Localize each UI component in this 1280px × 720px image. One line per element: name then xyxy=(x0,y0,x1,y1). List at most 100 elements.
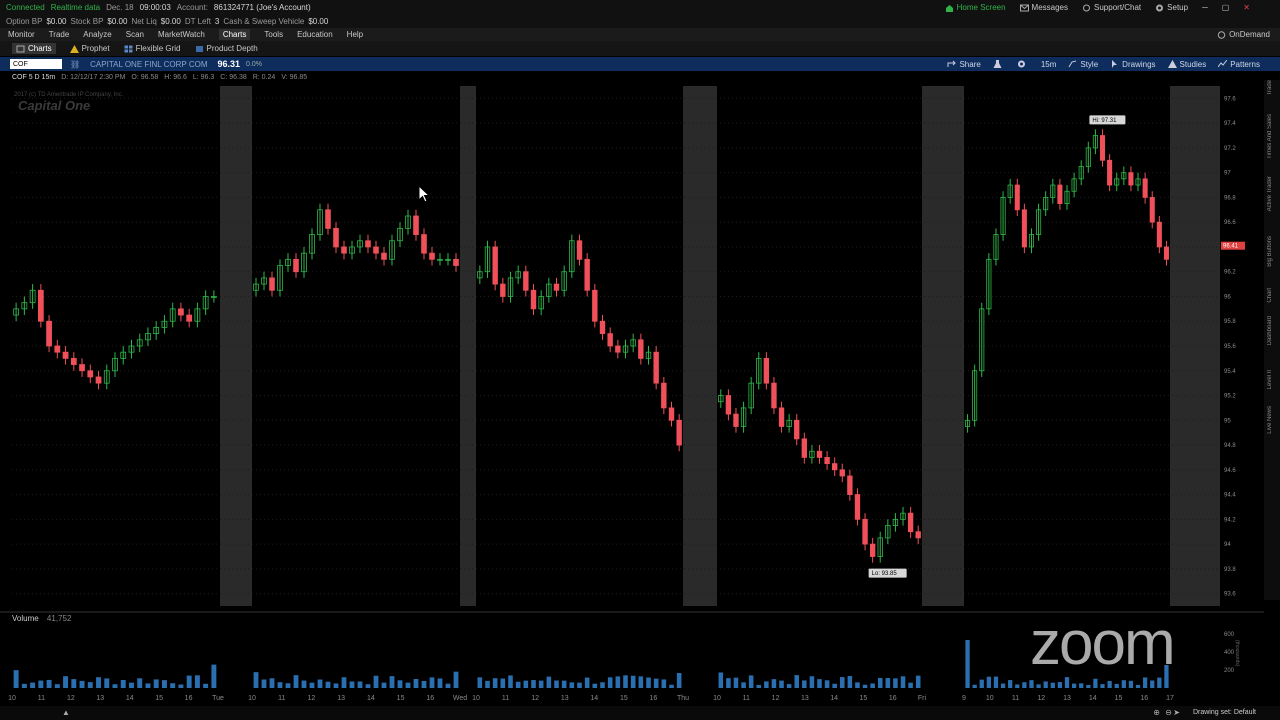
y-tick-label: 94 xyxy=(1224,542,1231,548)
mouse-cursor-icon xyxy=(418,185,431,203)
drawing-set-selector[interactable]: Drawing set: Default xyxy=(1193,709,1256,716)
candle-body xyxy=(421,234,427,254)
candle-body xyxy=(854,494,861,520)
tab-prophet[interactable]: Prophet xyxy=(69,44,110,53)
volume-bar xyxy=(592,683,598,688)
candle-body xyxy=(54,345,61,353)
volume-units-label: (thousands) xyxy=(1234,640,1240,667)
volume-bar xyxy=(538,680,544,688)
volume-bar xyxy=(96,677,101,688)
share-button[interactable]: Share xyxy=(947,60,981,69)
volume-bar xyxy=(638,676,644,688)
side-tab-chart[interactable]: Chart xyxy=(1267,288,1277,303)
volume-bar xyxy=(293,675,299,688)
volume-bar xyxy=(1093,678,1098,688)
menu-tools[interactable]: Tools xyxy=(264,30,283,39)
menu-charts[interactable]: Charts xyxy=(218,29,251,40)
volume-bar xyxy=(832,683,837,688)
volume-bar xyxy=(1114,683,1119,688)
candle-body xyxy=(1149,197,1155,223)
ondemand-button[interactable]: OnDemand xyxy=(1217,28,1270,41)
share-icon xyxy=(947,60,957,68)
volume-bar xyxy=(71,679,77,688)
menu-scan[interactable]: Scan xyxy=(126,30,144,39)
menu-marketwatch[interactable]: MarketWatch xyxy=(158,30,205,39)
y-tick-label: 95 xyxy=(1224,418,1231,424)
minimize-icon[interactable]: ─ xyxy=(1202,3,1208,12)
side-tab-dashboard[interactable]: Dashboard xyxy=(1267,316,1277,345)
style-button[interactable]: Style xyxy=(1068,60,1098,69)
side-tab-live-news[interactable]: Live News xyxy=(1267,406,1277,434)
menu-help[interactable]: Help xyxy=(347,30,363,39)
volume-bar xyxy=(445,683,451,688)
candle-body xyxy=(492,246,498,285)
chart-settings-button[interactable] xyxy=(1017,60,1029,68)
x-tick-label: 12 xyxy=(1037,695,1045,702)
flask-button[interactable] xyxy=(993,60,1005,68)
side-tab-times-sales[interactable]: Times And Sales xyxy=(1267,114,1277,159)
volume-bar xyxy=(46,679,52,688)
collapse-arrow-icon[interactable]: ▲ xyxy=(62,708,70,717)
side-tab-big-buttons[interactable]: Big Buttons xyxy=(1267,236,1277,267)
x-tick-label: 15 xyxy=(860,695,868,702)
tab-product-depth[interactable]: Product Depth xyxy=(195,44,258,53)
x-tick-label: 17 xyxy=(1166,695,1174,702)
volume-bar xyxy=(301,680,307,688)
account-selector[interactable]: 861324771 (Joe's Account) xyxy=(214,3,311,12)
zoom-in-icon[interactable]: ⊕ xyxy=(1153,708,1160,717)
stock-bp-label: Stock BP xyxy=(70,17,104,26)
side-tab-level-ii[interactable]: Level II xyxy=(1267,370,1277,389)
y-tick-label: 97.2 xyxy=(1224,146,1236,152)
candle-body xyxy=(453,258,459,266)
x-tick-label: 14 xyxy=(830,695,838,702)
realtime-status: Realtime data xyxy=(50,3,101,12)
x-tick-label: Wed xyxy=(453,695,467,702)
candle-body xyxy=(676,419,682,446)
home-screen-link[interactable]: Home Screen xyxy=(945,3,1006,12)
x-tick-label: 11 xyxy=(278,695,285,702)
volume-bar xyxy=(764,681,769,688)
studies-button[interactable]: Studies xyxy=(1167,60,1206,69)
volume-tick-label: 400 xyxy=(1224,650,1235,656)
tab-flexible-grid[interactable]: Flexible Grid xyxy=(124,44,181,53)
home-icon xyxy=(945,4,954,12)
close-icon[interactable]: ✕ xyxy=(1243,3,1250,12)
setup-link[interactable]: Setup xyxy=(1155,3,1188,12)
chart-description: COF 5 D 15m xyxy=(12,74,56,81)
x-tick-label: 14 xyxy=(367,695,375,702)
x-tick-label: 14 xyxy=(1089,695,1097,702)
stock-bp-value: $0.00 xyxy=(107,17,128,26)
symbol-bar: ⛓ CAPITAL ONE FINL CORP COM 96.31 0.0% S… xyxy=(0,57,1280,71)
menu-analyze[interactable]: Analyze xyxy=(83,30,111,39)
volume-bar xyxy=(802,680,807,688)
volume-bar xyxy=(569,682,575,688)
low-label: Lo: 93.85 xyxy=(872,571,898,577)
volume-bar xyxy=(531,680,536,688)
capital-one-logo: Capital One xyxy=(18,98,90,113)
timeframe-button[interactable]: 15m xyxy=(1041,60,1057,69)
link-icon[interactable]: ⛓ xyxy=(70,60,80,69)
x-tick-label: 11 xyxy=(1012,695,1019,702)
messages-link[interactable]: Messages xyxy=(1019,3,1068,12)
side-tab-active-trader[interactable]: Active Trader xyxy=(1267,176,1277,211)
menu-trade[interactable]: Trade xyxy=(49,30,70,39)
tab-charts[interactable]: Charts xyxy=(12,43,56,54)
bar-high: H: 96.6 xyxy=(164,74,187,81)
side-tab-trade[interactable]: Trade xyxy=(1267,80,1277,95)
volume-bar xyxy=(771,679,777,688)
bar-date: D: 12/12/17 2:30 PM xyxy=(61,74,126,81)
x-tick-label: 13 xyxy=(561,695,569,702)
menu-monitor[interactable]: Monitor xyxy=(8,30,35,39)
right-side-tabs: Trade Times And Sales Active Trader Big … xyxy=(1264,80,1280,600)
zoom-out-icon[interactable]: ⊖ xyxy=(1165,708,1172,717)
support-chat-link[interactable]: Support/Chat xyxy=(1082,3,1141,12)
drawings-button[interactable]: Drawings xyxy=(1110,60,1156,69)
drawing-cursor-icon[interactable]: ➤ xyxy=(1173,708,1180,717)
patterns-button[interactable]: Patterns xyxy=(1217,60,1260,69)
menu-education[interactable]: Education xyxy=(297,30,333,39)
candle-body xyxy=(79,364,85,372)
x-tick-label: 13 xyxy=(801,695,809,702)
symbol-input[interactable] xyxy=(10,59,62,69)
maximize-icon[interactable]: ▢ xyxy=(1222,3,1230,12)
volume-bar xyxy=(794,675,799,688)
